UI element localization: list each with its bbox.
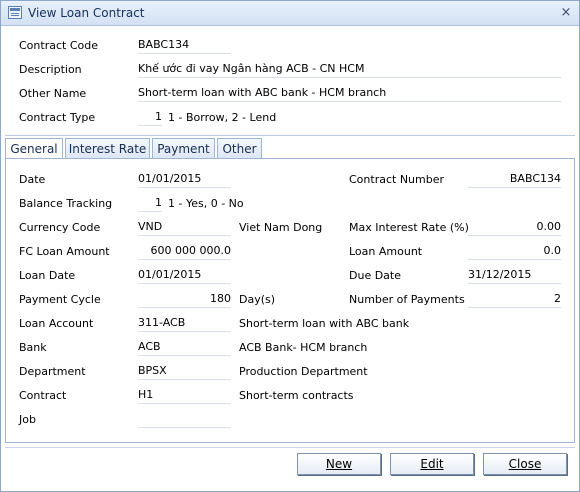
max-interest-rate-field[interactable]: 0.00	[468, 220, 561, 236]
window-title: View Loan Contract	[28, 6, 145, 20]
tab-general[interactable]: General	[5, 138, 63, 159]
contract-field[interactable]: H1	[138, 388, 231, 404]
balance-tracking-label: Balance Tracking	[19, 197, 113, 210]
bank-label: Bank	[19, 341, 47, 354]
currency-code-field[interactable]: VND	[138, 220, 231, 236]
payment-cycle-unit: Day(s)	[239, 293, 276, 306]
new-button[interactable]: New	[297, 453, 381, 475]
close-icon[interactable]: ×	[559, 6, 573, 20]
contract-name: Short-term contracts	[239, 389, 354, 402]
fc-loan-amount-field[interactable]: 600 000 000.0	[138, 244, 231, 260]
contract-number-label: Contract Number	[349, 173, 445, 186]
tab-bar: General Interest Rate Payment Other	[5, 138, 575, 159]
max-interest-rate-label: Max Interest Rate (%)	[349, 221, 469, 234]
loan-date-field[interactable]: 01/01/2015	[138, 268, 231, 284]
due-date-field[interactable]: 31/12/2015	[468, 268, 561, 284]
contract-label: Contract	[19, 389, 67, 402]
close-button[interactable]: Close	[483, 453, 567, 475]
tab-other[interactable]: Other	[217, 138, 262, 158]
loan-date-label: Loan Date	[19, 269, 76, 282]
new-button-label: New	[325, 457, 353, 471]
loan-contract-window: View Loan Contract × Contract Code BABC1…	[0, 0, 580, 492]
department-label: Department	[19, 365, 86, 378]
currency-code-label: Currency Code	[19, 221, 101, 234]
contract-code-label: Contract Code	[19, 39, 98, 52]
job-field[interactable]	[138, 412, 231, 428]
contract-type-label: Contract Type	[19, 111, 96, 124]
date-field[interactable]: 01/01/2015	[138, 172, 231, 188]
bank-name: ACB Bank- HCM branch	[239, 341, 368, 354]
loan-account-label: Loan Account	[19, 317, 94, 330]
number-of-payments-field[interactable]: 2	[468, 292, 561, 308]
footer-divider	[5, 447, 575, 448]
number-of-payments-label: Number of Payments	[349, 293, 465, 306]
header-divider	[5, 135, 575, 136]
loan-account-name: Short-term loan with ABC bank	[239, 317, 410, 330]
other-name-field[interactable]: Short-term loan with ABC bank - HCM bran…	[138, 86, 561, 102]
payment-cycle-label: Payment Cycle	[19, 293, 101, 306]
loan-amount-label: Loan Amount	[349, 245, 423, 258]
description-label: Description	[19, 63, 82, 76]
description-field[interactable]: Khế ước đi vay Ngân hàng ACB - CN HCM	[138, 62, 561, 78]
contract-type-hint: 1 - Borrow, 2 - Lend	[168, 111, 277, 124]
tab-interest-rate[interactable]: Interest Rate	[65, 138, 150, 158]
title-bar: View Loan Contract ×	[1, 1, 579, 26]
fc-loan-amount-label: FC Loan Amount	[19, 245, 110, 258]
balance-tracking-field[interactable]: 1	[138, 196, 162, 212]
department-field[interactable]: BPSX	[138, 364, 231, 380]
due-date-label: Due Date	[349, 269, 401, 282]
job-label: Job	[19, 413, 36, 426]
edit-button[interactable]: Edit	[390, 453, 474, 475]
loan-amount-field[interactable]: 0.0	[468, 244, 561, 260]
contract-code-field[interactable]: BABC134	[138, 38, 231, 54]
tab-payment[interactable]: Payment	[152, 138, 215, 158]
bank-field[interactable]: ACB	[138, 340, 231, 356]
close-button-label: Close	[508, 457, 542, 471]
edit-button-label: Edit	[420, 457, 444, 471]
department-name: Production Department	[239, 365, 368, 378]
currency-name: Viet Nam Dong	[239, 221, 323, 234]
contract-type-field[interactable]: 1	[138, 110, 162, 126]
contract-window-icon	[8, 6, 22, 19]
payment-cycle-field[interactable]: 180	[138, 292, 231, 308]
date-label: Date	[19, 173, 46, 186]
loan-account-field[interactable]: 311-ACB	[138, 316, 231, 332]
contract-number-field[interactable]: BABC134	[468, 172, 561, 188]
other-name-label: Other Name	[19, 87, 87, 100]
balance-tracking-hint: 1 - Yes, 0 - No	[168, 197, 244, 210]
